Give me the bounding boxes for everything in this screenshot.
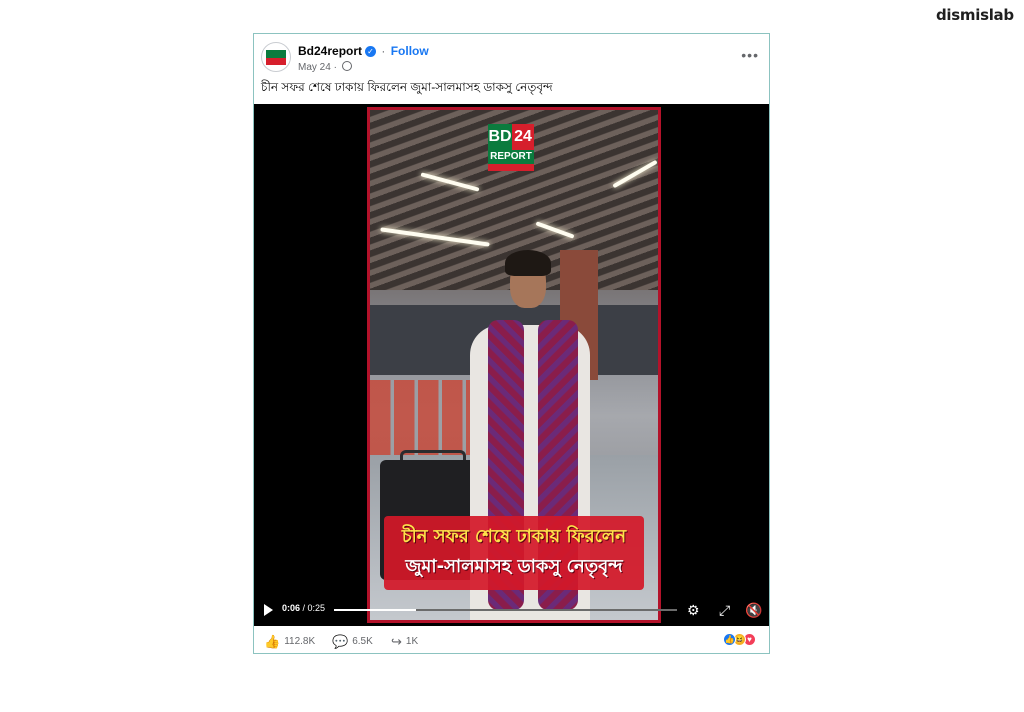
video-player[interactable]: BD 24 REPORT চীন সফর শেষে ঢাকায় ফিরলেন … [254,104,769,626]
logo-tagline-strip [488,164,534,171]
avatar-logo-top [266,50,286,58]
headline-banner: চীন সফর শেষে ঢাকায় ফিরলেন জুমা-সালমাসহ … [384,516,644,590]
follow-button[interactable]: Follow [391,44,429,58]
progress-fill [334,609,417,611]
headline-line-1: চীন সফর শেষে ঢাকায় ফিরলেন [401,526,627,547]
avatar-logo-bottom [266,58,286,65]
current-time: 0:06 [282,603,301,613]
post-date[interactable]: May 24 [298,62,331,73]
logo-24: 24 [512,124,534,150]
post-caption: চীন সফর শেষে ঢাকায় ফিরলেন জুমা-সালমাসহ … [261,80,553,94]
more-options-button[interactable]: ••• [741,47,759,63]
like-count: 112.8K [284,636,316,647]
headline-line-2: জুমা-সালমাসহ ডাকসু নেতৃবৃন্দ [405,556,623,577]
dismislab-watermark: dismislab [936,6,1014,24]
verified-badge-icon: ✓ [365,46,377,57]
comment-icon: 💬 [332,634,349,649]
progress-bar[interactable] [334,609,677,611]
reaction-icons[interactable]: 👍 😆 ♥ [723,633,763,647]
comment-stat[interactable]: 💬 6.5K [332,634,373,650]
post-footer: 👍 112.8K 💬 6.5K ↪ 1K 👍 😆 ♥ [254,627,769,654]
bd24-report-logo: BD 24 REPORT [488,124,538,174]
post-header: Bd24report ✓ · Follow May 24 · ••• চীন সফ… [254,34,769,104]
expand-icon[interactable]: ⤢ [719,602,730,618]
comment-count: 6.5K [352,636,373,647]
share-count: 1K [405,636,419,647]
separator-dot: · [381,44,386,58]
page-name-row: Bd24report ✓ · Follow [298,44,429,58]
duration: / 0:25 [302,603,326,613]
speaker-muted-icon[interactable]: 🔇 [745,602,762,618]
video-time: 0:06 / 0:25 [282,603,325,613]
logo-bd: BD [488,124,512,150]
video-controls: 0:06 / 0:25 ⚙ ⤢ 🔇 [254,598,769,622]
like-stat[interactable]: 👍 112.8K [264,634,315,650]
post-meta: May 24 · [298,61,352,73]
share-icon: ↪ [391,634,402,649]
page-avatar[interactable] [261,42,291,72]
gear-icon[interactable]: ⚙ [687,602,700,618]
like-reaction-icon: 👍 [723,633,736,646]
person-hair [505,250,551,276]
logo-report: REPORT [488,150,534,164]
video-frame: BD 24 REPORT চীন সফর শেষে ঢাকায় ফিরলেন … [367,107,661,623]
separator-dot: · [333,62,337,73]
page-name[interactable]: Bd24report [298,44,362,58]
play-icon[interactable] [264,604,273,616]
share-stat[interactable]: ↪ 1K [391,634,418,650]
globe-icon [341,61,352,71]
facebook-post: Bd24report ✓ · Follow May 24 · ••• চীন সফ… [253,33,770,654]
thumbs-up-icon: 👍 [264,634,281,649]
